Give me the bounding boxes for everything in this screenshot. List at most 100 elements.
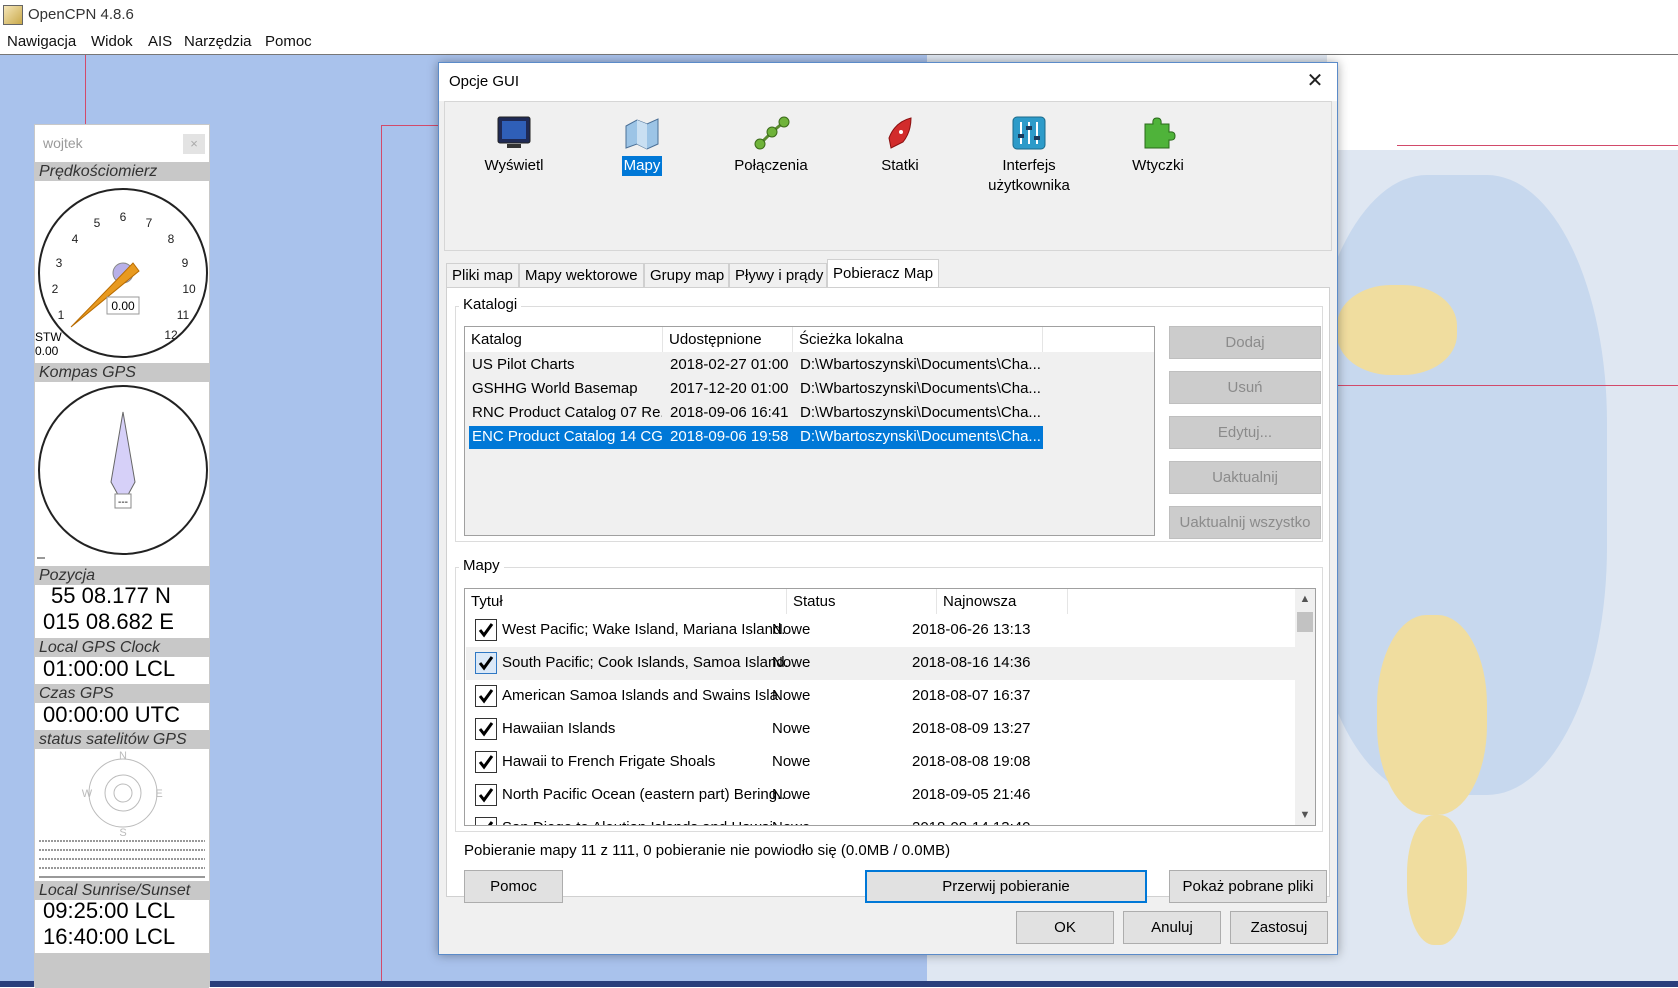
catalog-row-selected[interactable]: ENC Product Catalog 14 CG 2018-09-06 19:…	[469, 426, 1043, 449]
abort-download-button[interactable]: Przerwij pobieranie	[865, 870, 1147, 903]
chart-boundary-line	[381, 125, 441, 126]
sat-north: N	[119, 750, 127, 762]
category-plugins[interactable]: Wtyczki	[1089, 110, 1227, 240]
menu-narzedzia[interactable]: Narzędzia	[184, 33, 252, 50]
category-label: Mapy	[621, 156, 663, 176]
checkmark-icon	[478, 755, 494, 770]
map-row[interactable]: North Pacific Ocean (eastern part) Berin…	[466, 779, 1296, 812]
map-checkbox[interactable]	[475, 784, 497, 806]
map-row[interactable]: American Samoa Islands and Swains Isla No…	[466, 680, 1296, 713]
map-row[interactable]: South Pacific; Cook Islands, Samoa Islan…	[466, 647, 1296, 680]
column-title[interactable]: Tytuł	[465, 589, 787, 614]
help-button[interactable]: Pomoc	[464, 870, 563, 903]
map-row[interactable]: Hawaiian Islands Nowe 2018-08-09 13:27	[466, 713, 1296, 746]
tab-chart-files[interactable]: Pliki map	[446, 263, 519, 288]
catalog-date: 2018-09-06 19:58	[670, 428, 789, 445]
column-published[interactable]: Udostępnione	[663, 327, 793, 352]
category-user-interface[interactable]: Interfejs użytkownika	[960, 110, 1098, 240]
satellites-title: status satelitów GPS	[35, 730, 209, 749]
sat-east: E	[155, 788, 162, 800]
sunrise-value: 09:25:00 LCL	[43, 898, 176, 923]
map-row[interactable]: Hawaii to French Frigate Shoals Nowe 2018-…	[466, 746, 1296, 779]
column-status[interactable]: Status	[787, 589, 937, 614]
category-connections[interactable]: Połączenia	[702, 110, 840, 240]
menu-pomoc[interactable]: Pomoc	[265, 33, 312, 50]
tab-chart-groups[interactable]: Grupy map	[644, 263, 729, 288]
ok-button[interactable]: OK	[1016, 911, 1114, 944]
land-area	[1337, 285, 1457, 375]
map-status: Nowe	[772, 720, 811, 737]
menu-widok[interactable]: Widok	[91, 33, 133, 50]
speed-tick-4: 4	[72, 232, 79, 246]
scroll-thumb[interactable]	[1297, 612, 1313, 632]
remove-catalog-button[interactable]: Usuń	[1169, 371, 1321, 404]
update-all-catalogs-button[interactable]: Uaktualnij wszystko	[1169, 506, 1321, 539]
position-lon: 015 08.682 E	[43, 609, 174, 634]
map-date: 2018-09-05 21:46	[912, 786, 1031, 803]
update-catalog-button[interactable]: Uaktualnij	[1169, 461, 1321, 494]
menu-nawigacja[interactable]: Nawigacja	[7, 33, 76, 50]
scroll-up-arrow-icon[interactable]: ▲	[1295, 589, 1315, 609]
map-status: Nowe	[772, 654, 811, 671]
dashboard-close-button[interactable]: ×	[183, 134, 205, 154]
map-status: Nowe	[772, 687, 811, 704]
puzzle-icon	[1144, 117, 1176, 149]
speed-tick-9: 9	[182, 256, 189, 270]
chart-legend-paper	[1327, 55, 1678, 150]
map-row[interactable]: San Diego to Aleutian Islands and Hawai.…	[466, 812, 1296, 825]
map-title: Hawaii to French Frigate Shoals	[502, 753, 716, 770]
maps-list[interactable]: Tytuł Status Najnowsza West Pacific; Wak…	[464, 588, 1316, 826]
map-status: Nowe	[772, 753, 811, 770]
speed-tick-3: 3	[56, 256, 63, 270]
category-label: Połączenia	[734, 157, 808, 174]
catalog-path: D:\Wbartoszynski\Documents\Cha...	[800, 404, 1040, 421]
map-checkbox[interactable]	[475, 751, 497, 773]
map-checkbox[interactable]	[475, 817, 497, 825]
category-ships[interactable]: Statki	[831, 110, 969, 240]
download-status-text: Pobieranie mapy 11 z 111, 0 pobieranie n…	[464, 842, 951, 859]
scroll-down-arrow-icon[interactable]: ▼	[1295, 805, 1315, 825]
map-checkbox[interactable]	[475, 718, 497, 740]
column-latest[interactable]: Najnowsza	[937, 589, 1068, 614]
sat-west: W	[82, 788, 93, 800]
connections-icon	[754, 116, 790, 150]
checkmark-icon	[478, 623, 494, 638]
add-catalog-button[interactable]: Dodaj	[1169, 326, 1321, 359]
dialog-titlebar: Opcje GUI ✕	[439, 63, 1337, 101]
category-charts[interactable]: Mapy	[573, 110, 711, 240]
map-checkbox[interactable]	[475, 652, 497, 674]
tab-vector-charts[interactable]: Mapy wektorowe	[519, 263, 644, 288]
map-checkbox[interactable]	[475, 685, 497, 707]
edit-catalog-button[interactable]: Edytuj...	[1169, 416, 1321, 449]
checkmark-icon	[478, 788, 494, 803]
menu-ais[interactable]: AIS	[148, 33, 172, 50]
catalog-date: 2018-02-27 01:00	[670, 356, 789, 373]
cancel-button[interactable]: Anuluj	[1123, 911, 1221, 944]
category-label: Wyświetl	[484, 157, 544, 174]
column-catalog[interactable]: Katalog	[465, 327, 663, 352]
catalog-name: RNC Product Catalog 07 Re...	[472, 404, 662, 421]
ship-icon	[888, 117, 912, 149]
speedometer-gauge: 1 2 3 4 5 6 7 8 9 10 11 12 0.00 STW 0.00	[35, 188, 208, 358]
catalog-row[interactable]: GSHHG World Basemap 2017-12-20 01:00 D:\…	[469, 378, 1043, 401]
speed-tick-6: 6	[120, 210, 127, 224]
map-date: 2018-08-08 19:08	[912, 753, 1031, 770]
sunset-value: 16:40:00 LCL	[43, 924, 176, 949]
dashboard-footer	[35, 953, 209, 988]
dialog-close-button[interactable]: ✕	[1303, 69, 1327, 93]
show-downloaded-files-button[interactable]: Pokaż pobrane pliki	[1169, 870, 1327, 903]
column-local-path[interactable]: Ścieżka lokalna	[793, 327, 1043, 352]
maps-list-scrollbar[interactable]: ▲ ▼	[1295, 589, 1315, 825]
map-title: San Diego to Aleutian Islands and Hawai.…	[502, 819, 787, 825]
tab-tides-currents[interactable]: Pływy i prądy	[729, 263, 827, 288]
map-checkbox[interactable]	[475, 619, 497, 641]
catalog-path: D:\Wbartoszynski\Documents\Cha...	[800, 380, 1040, 397]
map-row[interactable]: West Pacific; Wake Island, Mariana Islan…	[466, 614, 1296, 647]
apply-button[interactable]: Zastosuj	[1230, 911, 1328, 944]
tab-chart-downloader[interactable]: Pobieracz Map	[827, 259, 939, 289]
speed-readout: 0.00	[111, 299, 135, 313]
category-display[interactable]: Wyświetl	[445, 110, 583, 240]
catalog-row[interactable]: US Pilot Charts 2018-02-27 01:00 D:\Wbar…	[469, 354, 1043, 377]
catalogs-list[interactable]: Katalog Udostępnione Ścieżka lokalna US …	[464, 326, 1155, 536]
catalog-row[interactable]: RNC Product Catalog 07 Re... 2018-09-06 …	[469, 402, 1043, 425]
